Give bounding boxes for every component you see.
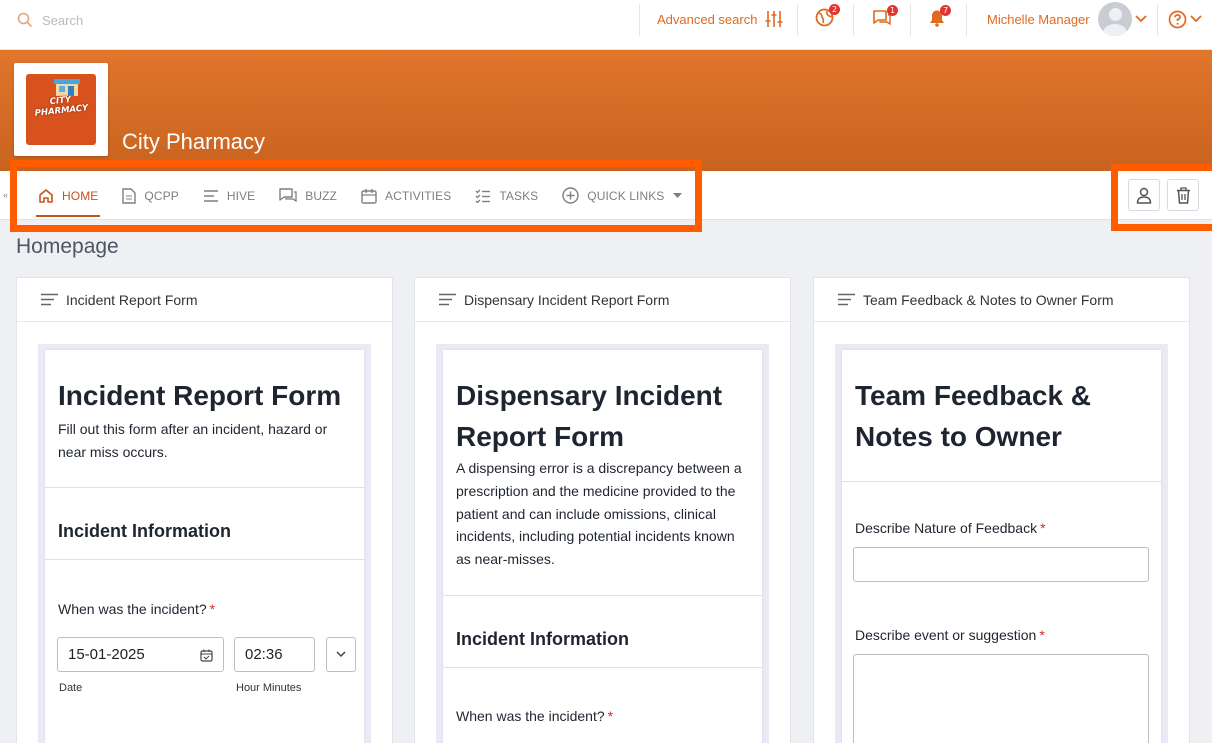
messages-button[interactable]: 1 (872, 0, 898, 38)
search-icon (17, 12, 33, 28)
section-title: Incident Information (58, 521, 231, 541)
card-header: Team Feedback & Notes to Owner Form (814, 278, 1189, 322)
chevron-down-icon (1190, 15, 1202, 23)
lines-icon (838, 293, 855, 306)
event-suggestion-label: Describe event or suggestion * (855, 627, 1045, 643)
trash-icon (1176, 186, 1190, 204)
form-paper: Dispensary Incident Report Form A dispen… (443, 350, 762, 743)
user-name: Michelle Manager (987, 11, 1090, 27)
advanced-search-link[interactable]: Advanced search (657, 0, 783, 38)
form-embed: Incident Report Form Fill out this form … (38, 344, 371, 743)
chevron-down-icon (1134, 15, 1147, 23)
form-title: Incident Report Form (58, 380, 342, 411)
incident-report-card: Incident Report Form Incident Report For… (16, 277, 393, 743)
form-title-line-2: Report Form (456, 421, 624, 452)
lines-icon (41, 293, 58, 306)
form-paper: Incident Report Form Fill out this form … (45, 350, 364, 743)
section-title: Incident Information (456, 629, 629, 649)
time-input[interactable]: 02:36 (234, 637, 315, 672)
user-menu[interactable]: Michelle Manager (987, 0, 1147, 38)
team-feedback-card: Team Feedback & Notes to Owner Form Team… (813, 277, 1190, 743)
question-label: When was the incident? * (456, 708, 614, 724)
user-icon (1136, 187, 1152, 204)
pharmacy-name: City Pharmacy (122, 129, 266, 154)
time-dropdown[interactable] (326, 637, 356, 672)
lines-icon (439, 293, 456, 306)
site-banner: CITY PHARMACY City Pharmacy (0, 50, 1212, 171)
form-title-line-1: Team Feedback & (855, 380, 1092, 411)
chevron-down-icon (336, 651, 346, 658)
time-caption: Hour Minutes (236, 682, 302, 694)
search-placeholder: Search (42, 12, 84, 28)
collapse-icon[interactable]: « (3, 190, 8, 200)
logo-text: CITY PHARMACY (34, 94, 89, 119)
search-box[interactable]: Search (17, 10, 83, 30)
form-paper: Team Feedback & Notes to Owner Describe … (842, 350, 1161, 743)
messages-badge: 1 (887, 4, 898, 16)
nav-highlight-box (10, 160, 702, 232)
form-embed: Dispensary Incident Report Form A dispen… (436, 344, 769, 743)
profile-button[interactable] (1128, 179, 1160, 211)
avatar (1097, 2, 1132, 36)
form-title-line-2: Notes to Owner (855, 421, 1062, 452)
form-embed: Team Feedback & Notes to Owner Describe … (835, 344, 1168, 743)
question-label: When was the incident? * (58, 601, 216, 617)
globe-button[interactable]: 2 (815, 0, 840, 38)
dispensary-incident-card: Dispensary Incident Report Form Dispensa… (414, 277, 791, 743)
help-menu[interactable] (1168, 0, 1202, 38)
notifications-button[interactable]: 7 (929, 0, 951, 38)
date-input[interactable]: 15-01-2025 (57, 637, 224, 672)
globe-badge: 2 (829, 4, 840, 15)
top-bar: Search Advanced search 2 1 7 Michelle Ma… (0, 0, 1212, 50)
feedback-nature-label: Describe Nature of Feedback * (855, 520, 1046, 536)
form-title-line-1: Dispensary Incident (456, 380, 723, 411)
delete-button[interactable] (1167, 179, 1199, 211)
form-description: Fill out this form after an incident, ha… (58, 421, 328, 460)
card-header: Incident Report Form (17, 278, 392, 322)
notifications-badge: 7 (940, 4, 951, 16)
feedback-nature-input[interactable] (853, 547, 1149, 582)
calendar-icon[interactable] (200, 649, 213, 662)
form-description: A dispensing error is a discrepancy betw… (456, 460, 742, 568)
date-caption: Date (59, 682, 83, 694)
event-suggestion-textarea[interactable] (853, 654, 1149, 743)
card-header: Dispensary Incident Report Form (415, 278, 790, 322)
page-title: Homepage (16, 235, 119, 258)
pharmacy-logo[interactable]: CITY PHARMACY (14, 63, 108, 156)
help-icon (1168, 10, 1187, 28)
sliders-icon (765, 11, 783, 27)
